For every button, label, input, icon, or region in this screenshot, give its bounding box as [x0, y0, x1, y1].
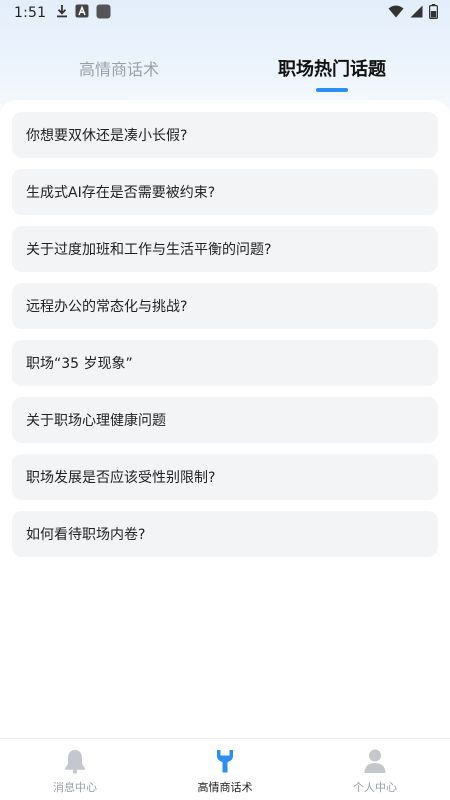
- topic-item[interactable]: 关于过度加班和工作与生活平衡的问题?: [12, 226, 438, 272]
- download-icon: [56, 4, 68, 22]
- active-tab-indicator: [316, 88, 348, 92]
- wrench-icon: [212, 748, 238, 774]
- nav-label: 消息中心: [53, 781, 97, 794]
- person-icon: [362, 748, 388, 774]
- status-right: [388, 3, 439, 23]
- nav-personal-center[interactable]: 个人中心: [300, 739, 450, 800]
- bell-icon: [62, 748, 88, 774]
- battery-icon: [429, 3, 439, 23]
- topic-item[interactable]: 职场发展是否应该受性别限制?: [12, 454, 438, 500]
- bottom-nav: 消息中心 高情商话术 个人中心: [0, 738, 450, 800]
- status-bar: 1:51: [0, 0, 450, 26]
- content-panel: 你想要双休还是凑小长假? 生成式AI存在是否需要被约束? 关于过度加班和工作与生…: [0, 100, 450, 738]
- a-icon: [75, 4, 89, 22]
- signal-icon: [410, 5, 423, 22]
- app-screen: 1:51 高情商话术 职场热门话题 你想要双休还是凑小长假? 生成式AI存在是否…: [0, 0, 450, 800]
- status-left: 1:51: [14, 4, 118, 23]
- app-square-icon: [96, 4, 111, 23]
- nav-high-eq-phrases[interactable]: 高情商话术: [150, 739, 300, 800]
- topic-item[interactable]: 职场“35 岁现象”: [12, 340, 438, 386]
- topic-item[interactable]: 远程办公的常态化与挑战?: [12, 283, 438, 329]
- tab-workplace-hot-topics[interactable]: 职场热门话题: [278, 50, 386, 90]
- tab-high-eq-phrases[interactable]: 高情商话术: [79, 50, 159, 90]
- status-time: 1:51: [14, 5, 47, 21]
- topic-item[interactable]: 你想要双休还是凑小长假?: [12, 112, 438, 158]
- wifi-icon: [388, 5, 404, 22]
- topic-list: 你想要双休还是凑小长假? 生成式AI存在是否需要被约束? 关于过度加班和工作与生…: [12, 112, 438, 568]
- topic-item[interactable]: 关于职场心理健康问题: [12, 397, 438, 443]
- topic-item[interactable]: 如何看待职场内卷?: [12, 511, 438, 557]
- nav-label: 高情商话术: [197, 781, 253, 794]
- top-tabs: 高情商话术 职场热门话题: [0, 50, 450, 100]
- topic-item[interactable]: 生成式AI存在是否需要被约束?: [12, 169, 438, 215]
- nav-message-center[interactable]: 消息中心: [0, 739, 150, 800]
- nav-label: 个人中心: [353, 781, 397, 794]
